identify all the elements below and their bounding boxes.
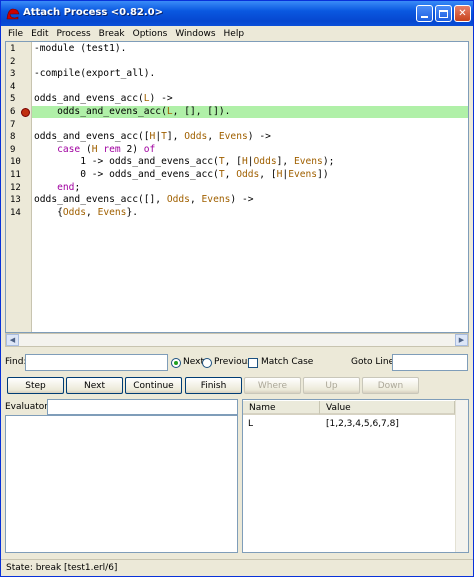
line-number-gutter[interactable]: 1 2 3 4 5 6 7 8 9 10 11 12 13 14 bbox=[6, 42, 32, 332]
line-number[interactable]: 2 bbox=[10, 56, 32, 68]
line-number[interactable]: 14 bbox=[10, 207, 32, 219]
erlang-app-icon bbox=[6, 7, 20, 20]
menu-help[interactable]: Help bbox=[220, 29, 249, 39]
line-number[interactable]: 4 bbox=[10, 81, 32, 93]
code-area[interactable]: -module (test1). -compile(export_all).odd… bbox=[32, 42, 468, 332]
line-number[interactable]: 1 bbox=[10, 43, 32, 55]
name-column-header[interactable]: Name bbox=[243, 401, 320, 415]
line-number[interactable]: 13 bbox=[10, 194, 32, 206]
code-line[interactable] bbox=[32, 81, 468, 93]
code-line[interactable]: -module (test1). bbox=[32, 43, 468, 55]
line-number[interactable]: 5 bbox=[10, 93, 32, 105]
where-button[interactable]: Where bbox=[244, 377, 301, 394]
code-line[interactable]: odds_and_evens_acc([H|T], Odds, Evens) -… bbox=[32, 131, 468, 143]
line-number[interactable]: 9 bbox=[10, 144, 32, 156]
title-bar[interactable]: Attach Process <0.82.0> ✕ bbox=[1, 1, 473, 26]
line-number[interactable]: 8 bbox=[10, 131, 32, 143]
debug-controls: Step Next Continue Finish Where Up Down bbox=[5, 377, 471, 395]
menu-process[interactable]: Process bbox=[53, 29, 95, 39]
binding-name[interactable]: L bbox=[248, 419, 253, 429]
code-line[interactable]: end; bbox=[32, 182, 468, 194]
up-button[interactable]: Up bbox=[303, 377, 360, 394]
debugger-window: Attach Process <0.82.0> ✕ File Edit Proc… bbox=[0, 0, 474, 577]
step-button[interactable]: Step bbox=[7, 377, 64, 394]
find-label: Find: bbox=[5, 357, 27, 367]
code-line[interactable]: odds_and_evens_acc(L, [], []). bbox=[32, 106, 468, 118]
evaluator-output[interactable] bbox=[5, 415, 238, 553]
maximize-button[interactable] bbox=[435, 5, 452, 22]
status-text: State: break [test1.erl/6] bbox=[6, 563, 118, 573]
close-icon: ✕ bbox=[458, 8, 467, 19]
code-line[interactable] bbox=[32, 119, 468, 131]
bindings-panel: Name Value L [1,2,3,4,5,6,7,8] bbox=[242, 399, 469, 553]
evaluator-input[interactable] bbox=[47, 399, 238, 415]
goto-line-label: Goto Line: bbox=[351, 357, 398, 367]
next-radio[interactable] bbox=[171, 358, 181, 368]
scroll-left-icon[interactable]: ◀ bbox=[6, 334, 19, 346]
menu-break[interactable]: Break bbox=[95, 29, 129, 39]
code-line[interactable]: odds_and_evens_acc(L) -> bbox=[32, 93, 468, 105]
line-number[interactable]: 3 bbox=[10, 68, 32, 80]
window-title: Attach Process <0.82.0> bbox=[23, 7, 163, 18]
code-editor[interactable]: 1 2 3 4 5 6 7 8 9 10 11 12 13 14 -module (test1). -com… bbox=[5, 41, 469, 333]
code-line[interactable]: {Odds, Evens}. bbox=[32, 207, 468, 219]
evaluator-label: Evaluator: bbox=[5, 402, 51, 412]
editor-horizontal-scrollbar[interactable]: ◀ ▶ bbox=[5, 333, 469, 347]
find-bar: Find: Next Previous Match Case Goto Line… bbox=[5, 353, 471, 373]
continue-button[interactable]: Continue bbox=[125, 377, 182, 394]
maximize-icon bbox=[439, 9, 448, 18]
code-line[interactable]: -compile(export_all). bbox=[32, 68, 468, 80]
code-line[interactable]: 0 -> odds_and_evens_acc(T, Odds, [H|Even… bbox=[32, 169, 468, 181]
line-number[interactable]: 12 bbox=[10, 182, 32, 194]
close-button[interactable]: ✕ bbox=[454, 5, 471, 22]
breakpoint-icon[interactable] bbox=[21, 107, 30, 117]
previous-radio-label: Previous bbox=[214, 357, 253, 367]
menu-windows[interactable]: Windows bbox=[171, 29, 219, 39]
code-line[interactable]: case (H rem 2) of bbox=[32, 144, 468, 156]
next-button[interactable]: Next bbox=[66, 377, 123, 394]
code-line[interactable]: 1 -> odds_and_evens_acc(T, [H|Odds], Eve… bbox=[32, 156, 468, 168]
code-line[interactable] bbox=[32, 56, 468, 68]
previous-radio[interactable] bbox=[202, 358, 212, 368]
status-bar: State: break [test1.erl/6] bbox=[1, 559, 473, 576]
line-number[interactable]: 10 bbox=[10, 156, 32, 168]
line-number[interactable]: 7 bbox=[10, 119, 32, 131]
value-column-header[interactable]: Value bbox=[320, 401, 455, 415]
menu-file[interactable]: File bbox=[4, 29, 27, 39]
scroll-right-icon[interactable]: ▶ bbox=[455, 334, 468, 346]
menu-bar: File Edit Process Break Options Windows … bbox=[1, 26, 473, 41]
code-line[interactable]: odds_and_evens_acc([], Odds, Evens) -> bbox=[32, 194, 468, 206]
match-case-label: Match Case bbox=[261, 357, 314, 367]
minimize-button[interactable] bbox=[416, 5, 433, 22]
down-button[interactable]: Down bbox=[362, 377, 419, 394]
line-number[interactable]: 11 bbox=[10, 169, 32, 181]
menu-options[interactable]: Options bbox=[129, 29, 172, 39]
evaluator-panel: Evaluator: bbox=[5, 399, 238, 553]
goto-line-input[interactable] bbox=[392, 354, 468, 371]
binding-value[interactable]: [1,2,3,4,5,6,7,8] bbox=[326, 419, 399, 429]
match-case-checkbox[interactable] bbox=[248, 358, 258, 368]
bindings-vertical-scrollbar[interactable] bbox=[455, 400, 468, 552]
menu-edit[interactable]: Edit bbox=[27, 29, 52, 39]
finish-button[interactable]: Finish bbox=[185, 377, 242, 394]
minimize-icon bbox=[421, 15, 428, 18]
find-input[interactable] bbox=[25, 354, 168, 371]
next-radio-label: Next bbox=[183, 357, 204, 367]
